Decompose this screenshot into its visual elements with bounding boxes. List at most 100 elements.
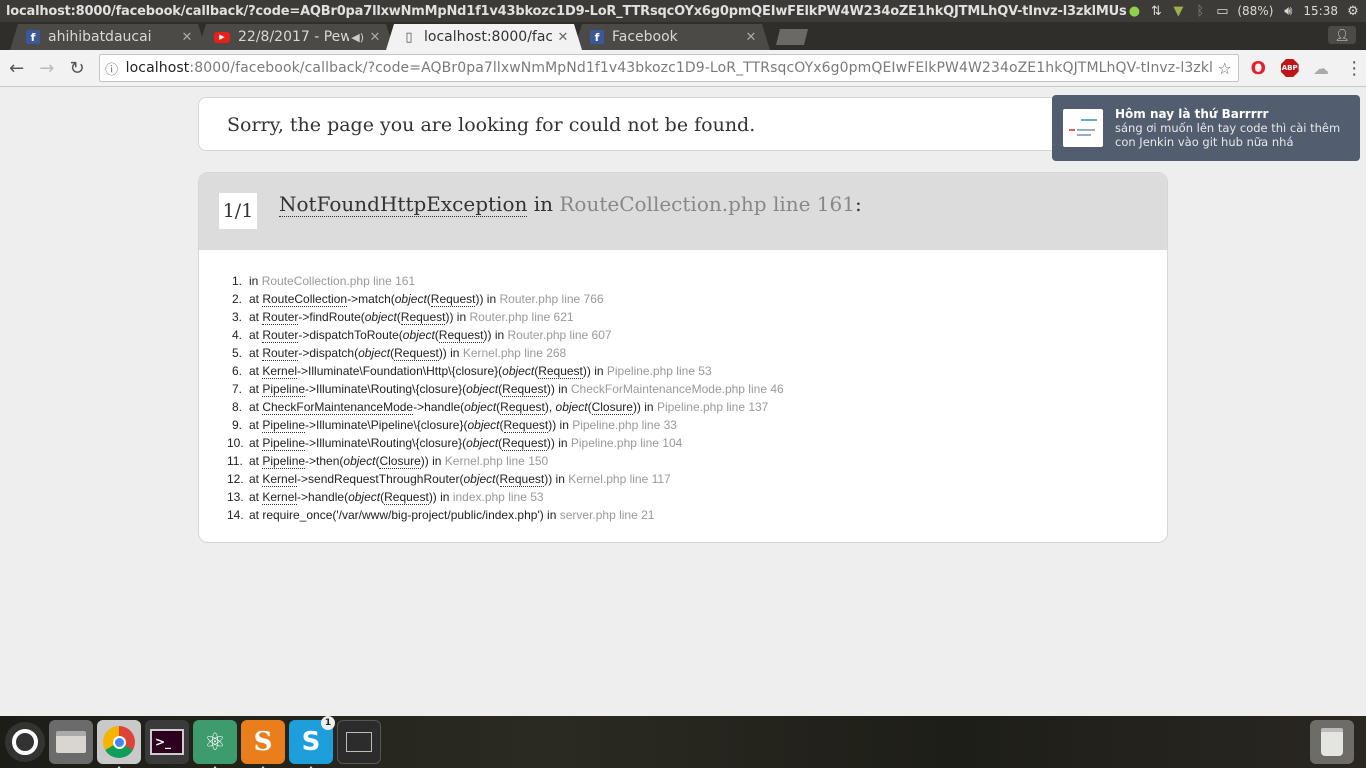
volume-icon[interactable]: 🔊︎ xyxy=(1281,3,1295,19)
trace-fragment: ->Illuminate\Pipeline\{closure}( xyxy=(305,418,468,432)
trace-fragment: ->dispatch( xyxy=(298,346,359,360)
audio-playing-icon[interactable]: ◀) xyxy=(351,31,364,44)
reload-button[interactable]: ↻ xyxy=(63,54,90,82)
trace-fragment: at xyxy=(249,436,263,450)
opera-extension-icon[interactable]: O xyxy=(1247,56,1270,80)
class-abbr: Request xyxy=(394,346,439,361)
file-location: Pipeline.php line 33 xyxy=(572,418,677,432)
class-abbr: Pipeline xyxy=(262,454,306,469)
class-abbr: CheckForMaintenanceMode xyxy=(262,400,414,415)
class-abbr: Request xyxy=(500,400,545,415)
tab-youtube[interactable]: ▶ 22/8/2017 - Pewd ◀) ✕ xyxy=(198,24,394,50)
battery-percentage[interactable]: (88%) xyxy=(1237,4,1273,18)
terminal-icon[interactable]: >_ xyxy=(145,720,189,764)
youtube-icon: ▶ xyxy=(214,32,230,43)
battery-icon[interactable]: ▭ xyxy=(1215,3,1229,19)
dash-icon[interactable] xyxy=(5,722,45,762)
sublime-text-icon[interactable]: S xyxy=(241,720,285,768)
class-abbr: Router xyxy=(262,328,299,343)
stack-trace-row: 2. at RouteCollection->match(object(Reque… xyxy=(227,290,1167,308)
page-icon: ▯ xyxy=(405,29,413,45)
forward-button[interactable]: → xyxy=(33,54,60,82)
tab-close-icon[interactable]: ✕ xyxy=(556,30,570,45)
trace-fragment: ->match( xyxy=(347,292,395,306)
tab-label: localhost:8000/face xyxy=(424,29,552,45)
type-label: object xyxy=(343,454,376,468)
class-abbr: Request xyxy=(430,292,476,307)
page-viewport: Sorry, the page you are looking for coul… xyxy=(0,88,1366,716)
trace-fragment: at xyxy=(249,454,263,468)
trace-text: in RouteCollection.php line 161 xyxy=(249,272,415,290)
type-label: object xyxy=(394,292,427,306)
stack-trace-row: 5. at Router->dispatch(object(Request)) i… xyxy=(227,344,1167,362)
stack-trace-row: 9. at Pipeline->Illuminate\Pipeline\{clos… xyxy=(227,416,1167,434)
trace-number: 12. xyxy=(227,472,244,486)
gear-icon[interactable]: ⚙ xyxy=(1346,3,1360,19)
trace-fragment: at xyxy=(249,400,263,414)
trace-text: at Pipeline->Illuminate\Routing\{closure… xyxy=(249,380,784,398)
trace-fragment: at xyxy=(249,310,263,324)
window-icon[interactable] xyxy=(337,720,381,764)
tab-facebook[interactable]: f Facebook ✕ xyxy=(574,24,770,50)
skype-status-icon[interactable]: ● xyxy=(1127,3,1141,19)
indicator-area: ● ⇅ ▼ ᛒ ▭ (88%) 🔊︎ 15:38 ⚙ xyxy=(1127,3,1366,19)
trace-fragment: ->handle( xyxy=(297,490,349,504)
trace-fragment: )) in xyxy=(445,310,470,324)
trace-fragment: at require_once('/var/www/big-project/pu… xyxy=(249,508,560,522)
chrome-icon[interactable] xyxy=(97,720,141,768)
class-abbr: Kernel xyxy=(262,490,298,505)
trace-fragment: in xyxy=(249,274,262,288)
address-bar[interactable]: ⓘ localhost:8000/facebook/callback/?code… xyxy=(98,54,1239,82)
chrome-menu-icon[interactable]: ⋮ xyxy=(1343,56,1366,80)
trace-fragment: ->Illuminate\Routing\{closure}( xyxy=(305,382,467,396)
class-abbr: Request xyxy=(502,436,547,451)
atom-icon[interactable]: ⚛ xyxy=(193,720,237,768)
profile-button[interactable]: 👤︎ xyxy=(1328,26,1356,44)
stack-trace-row: 12. at Kernel->sendRequestThroughRouter(o… xyxy=(227,470,1167,488)
trace-fragment: ->Illuminate\Foundation\Http\{closure}( xyxy=(297,364,503,378)
class-abbr: Closure xyxy=(379,454,421,469)
trace-fragment: ->sendRequestThroughRouter( xyxy=(297,472,464,486)
arrow-left-icon: ← xyxy=(9,57,25,79)
stack-trace-row: 13. at Kernel->handle(object(Request)) in… xyxy=(227,488,1167,506)
info-icon[interactable]: ⓘ xyxy=(100,59,124,78)
browser-toolbar: ← → ↻ ⓘ localhost:8000/facebook/callback… xyxy=(0,50,1366,87)
skype-badge: 1 xyxy=(321,716,335,730)
tab-close-icon[interactable]: ✕ xyxy=(744,30,758,45)
tab-close-icon[interactable]: ✕ xyxy=(180,30,194,45)
trace-fragment: )) in xyxy=(632,400,657,414)
files-icon[interactable] xyxy=(49,720,93,764)
ghostery-icon[interactable]: ☁ xyxy=(1309,56,1332,80)
tab-close-icon[interactable]: ✕ xyxy=(368,30,382,45)
trace-fragment: at xyxy=(249,364,263,378)
file-location: Router.php line 607 xyxy=(507,328,612,342)
back-button[interactable]: ← xyxy=(3,54,30,82)
adblock-plus-icon[interactable]: ABP xyxy=(1278,56,1301,80)
url-text[interactable]: localhost:8000/facebook/callback/?code=A… xyxy=(124,60,1212,76)
trace-number: 10. xyxy=(227,436,244,450)
file-location: Kernel.php line 150 xyxy=(444,454,549,468)
network-icon[interactable]: ⇅ xyxy=(1149,3,1163,19)
new-tab-button[interactable] xyxy=(776,29,808,45)
trace-text: at Kernel->Illuminate\Foundation\Http\{c… xyxy=(249,362,712,380)
exception-counter: 1/1 xyxy=(219,193,257,229)
bluetooth-icon[interactable]: ᛒ xyxy=(1193,3,1207,19)
class-abbr: Router xyxy=(262,310,299,325)
exception-panel: 1/1 NotFoundHttpException in RouteCollec… xyxy=(198,172,1168,543)
type-label: object xyxy=(502,364,535,378)
tab-localhost[interactable]: ▯ localhost:8000/face ✕ xyxy=(386,24,582,50)
trace-fragment: ( xyxy=(587,400,592,414)
app-indicator-icon[interactable]: ▼ xyxy=(1171,3,1185,19)
tab-ahihibatdaucai[interactable]: f ahihibatdaucai ✕ xyxy=(10,24,206,50)
skype-icon[interactable]: S1 xyxy=(289,716,335,768)
trace-fragment: ->dispatchToRoute( xyxy=(298,328,403,342)
clock[interactable]: 15:38 xyxy=(1303,4,1338,18)
trash-icon[interactable] xyxy=(1310,720,1354,764)
bookmark-star-icon[interactable]: ☆ xyxy=(1212,59,1238,78)
trace-number: 11. xyxy=(227,454,243,468)
exception-title: NotFoundHttpException in RouteCollection… xyxy=(279,192,862,217)
trace-fragment: )) in xyxy=(428,490,453,504)
type-label: object xyxy=(555,400,588,414)
facebook-icon: f xyxy=(26,30,40,44)
stack-trace-row: 6. at Kernel->Illuminate\Foundation\Http\… xyxy=(227,362,1167,380)
